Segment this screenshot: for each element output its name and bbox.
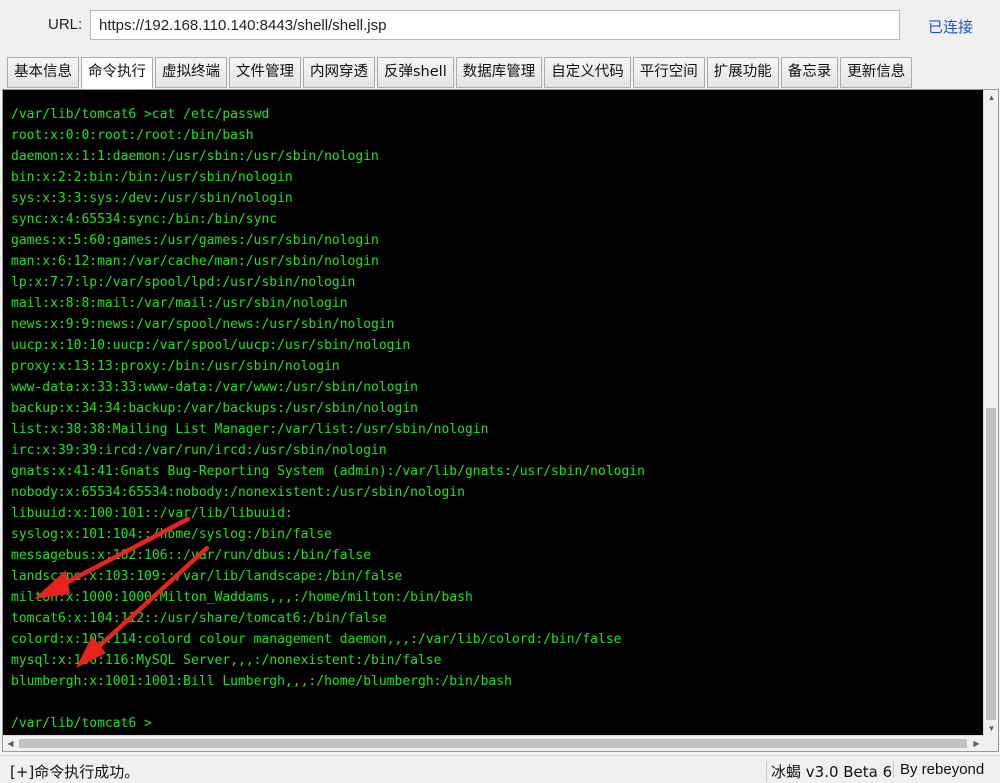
- terminal-line: bin:x:2:2:bin:/bin:/usr/sbin/nologin: [11, 170, 293, 185]
- scroll-down-arrow-icon[interactable]: ▼: [984, 721, 999, 736]
- tab-reverse-shell[interactable]: 反弹shell: [377, 57, 454, 88]
- terminal-line: tomcat6:x:104:112::/usr/share/tomcat6:/b…: [11, 611, 387, 626]
- terminal-line: syslog:x:101:104::/home/syslog:/bin/fals…: [11, 527, 332, 542]
- tab-virtual-terminal[interactable]: 虚拟终端: [155, 57, 227, 88]
- scroll-up-arrow-icon[interactable]: ▲: [984, 90, 999, 105]
- terminal-line: man:x:6:12:man:/var/cache/man:/usr/sbin/…: [11, 254, 379, 269]
- terminal-line: libuuid:x:100:101::/var/lib/libuuid:: [11, 506, 293, 521]
- tab-custom-code[interactable]: 自定义代码: [544, 57, 631, 88]
- terminal-line: mail:x:8:8:mail:/var/mail:/usr/sbin/nolo…: [11, 296, 348, 311]
- terminal-line: nobody:x:65534:65534:nobody:/nonexistent…: [11, 485, 465, 500]
- version-label: 冰蝎 v3.0 Beta 6: [766, 761, 892, 782]
- tab-intranet-tunnel[interactable]: 内网穿透: [303, 57, 375, 88]
- terminal-line: sys:x:3:3:sys:/dev:/usr/sbin/nologin: [11, 191, 293, 206]
- status-message: [+]命令执行成功。: [10, 763, 140, 781]
- terminal-line: /var/lib/tomcat6 >: [11, 716, 152, 731]
- terminal-line: lp:x:7:7:lp:/var/spool/lpd:/usr/sbin/nol…: [11, 275, 356, 290]
- terminal-line: blumbergh:x:1001:1001:Bill Lumbergh,,,:/…: [11, 674, 512, 689]
- terminal-line: www-data:x:33:33:www-data:/var/www:/usr/…: [11, 380, 418, 395]
- terminal-line: daemon:x:1:1:daemon:/usr/sbin:/usr/sbin/…: [11, 149, 379, 164]
- tab-bar: 基本信息 命令执行 虚拟终端 文件管理 内网穿透 反弹shell 数据库管理 自…: [7, 57, 914, 89]
- tab-basic-info[interactable]: 基本信息: [7, 57, 79, 88]
- scroll-right-arrow-icon[interactable]: ▶: [969, 736, 984, 751]
- horizontal-scrollbar[interactable]: ◀ ▶: [3, 735, 984, 751]
- terminal-line: landscape:x:103:109::/var/lib/landscape:…: [11, 569, 403, 584]
- author-label: By rebeyond: [893, 761, 984, 778]
- terminal-panel: /var/lib/tomcat6 >cat /etc/passwd root:x:…: [2, 89, 999, 752]
- status-bar: [+]命令执行成功。 冰蝎 v3.0 Beta 6 By rebeyond: [0, 755, 1000, 783]
- terminal-line: proxy:x:13:13:proxy:/bin:/usr/sbin/nolog…: [11, 359, 340, 374]
- scroll-corner: [983, 735, 998, 751]
- url-label: URL:: [48, 16, 83, 33]
- tab-update-info[interactable]: 更新信息: [840, 57, 913, 88]
- tab-parallel-space[interactable]: 平行空间: [632, 57, 705, 88]
- terminal-line: mysql:x:106:116:MySQL Server,,,:/nonexis…: [11, 653, 442, 668]
- vertical-scroll-thumb[interactable]: [986, 408, 996, 720]
- terminal-line: root:x:0:0:root:/root:/bin/bash: [11, 128, 254, 143]
- terminal-line: news:x:9:9:news:/var/spool/news:/usr/sbi…: [11, 317, 395, 332]
- connection-status-link[interactable]: 已连接: [928, 16, 973, 37]
- terminal-line: uucp:x:10:10:uucp:/var/spool/uucp:/usr/s…: [11, 338, 411, 353]
- terminal-line: backup:x:34:34:backup:/var/backups:/usr/…: [11, 401, 418, 416]
- tab-file-manager[interactable]: 文件管理: [229, 57, 301, 88]
- tab-memo[interactable]: 备忘录: [780, 57, 839, 88]
- terminal-line: messagebus:x:102:106::/var/run/dbus:/bin…: [11, 548, 372, 563]
- terminal-output[interactable]: /var/lib/tomcat6 >cat /etc/passwd root:x:…: [3, 90, 984, 736]
- horizontal-scroll-thumb[interactable]: [19, 739, 967, 748]
- terminal-line: games:x:5:60:games:/usr/games:/usr/sbin/…: [11, 233, 379, 248]
- terminal-line: list:x:38:38:Mailing List Manager:/var/l…: [11, 422, 489, 437]
- terminal-line: milton:x:1000:1000:Milton_Waddams,,,:/ho…: [11, 590, 473, 605]
- tab-database-manager[interactable]: 数据库管理: [455, 57, 543, 88]
- tab-command-exec[interactable]: 命令执行: [81, 57, 153, 89]
- tab-extensions[interactable]: 扩展功能: [706, 57, 779, 88]
- url-bar: URL: 已连接: [0, 0, 1000, 52]
- terminal-line: colord:x:105:114:colord colour managemen…: [11, 632, 622, 647]
- url-input[interactable]: [90, 10, 900, 40]
- vertical-scrollbar[interactable]: ▲ ▼: [983, 90, 998, 736]
- terminal-line: sync:x:4:65534:sync:/bin:/bin/sync: [11, 212, 278, 227]
- terminal-line: gnats:x:41:41:Gnats Bug-Reporting System…: [11, 464, 645, 479]
- scroll-left-arrow-icon[interactable]: ◀: [3, 736, 18, 751]
- terminal-line: irc:x:39:39:ircd:/var/run/ircd:/usr/sbin…: [11, 443, 387, 458]
- terminal-line: /var/lib/tomcat6 >cat /etc/passwd: [11, 107, 270, 122]
